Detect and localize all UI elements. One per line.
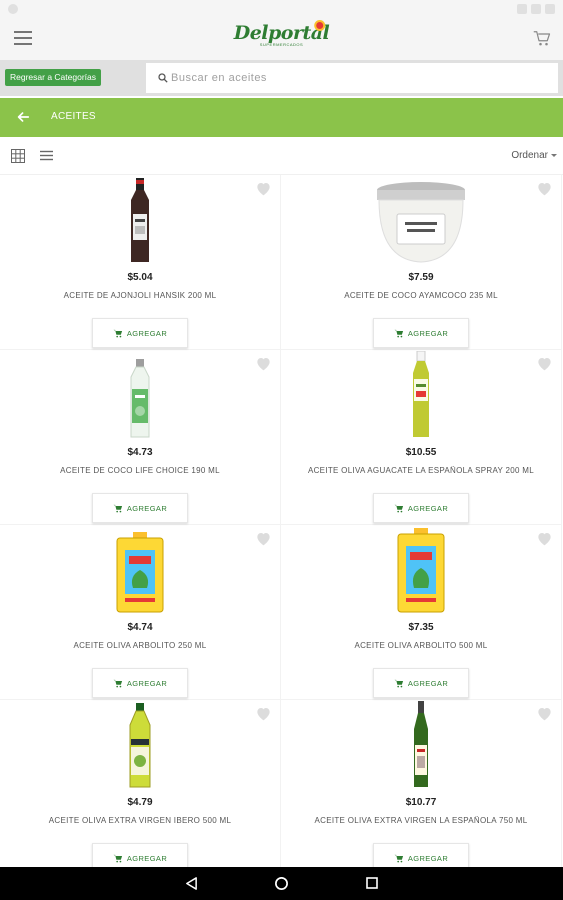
search-input[interactable] [171,72,541,84]
dropdown-arrow-icon [551,153,557,157]
search-row: Regresar a Categorías [0,60,563,96]
product-name[interactable]: ACEITE OLIVA EXTRA VIRGEN LA ESPAÑOLA 75… [285,816,557,825]
heart-icon[interactable] [536,181,553,196]
product-grid: $5.04 ACEITE DE AJONJOLI HANSIK 200 ML A… [0,175,563,867]
cart-icon [113,854,122,862]
product-image[interactable] [375,178,467,264]
product-price: $10.55 [405,447,437,458]
sort-label: Ordenar [511,150,548,161]
grid-view-icon[interactable] [11,149,25,163]
add-to-cart-label: AGREGAR [407,328,449,338]
product-image[interactable] [115,528,165,614]
product-name[interactable]: ACEITE OLIVA ARBOLITO 250 ML [4,641,276,650]
add-to-cart-label: AGREGAR [126,503,168,513]
list-view-icon[interactable] [40,150,53,161]
signal-icon [531,4,541,14]
shopping-cart-icon[interactable] [533,30,551,47]
category-title: ACEITES [51,111,96,122]
search-box[interactable] [146,63,558,93]
product-price: $5.04 [127,272,153,283]
cart-icon [394,854,403,862]
add-to-cart-button[interactable]: AGREGAR [92,843,188,867]
add-to-cart-button[interactable]: AGREGAR [92,493,188,523]
product-image[interactable] [410,701,432,789]
product-card[interactable]: $7.59 ACEITE DE COCO AYAMCOCO 235 ML AGR… [281,175,562,350]
add-to-cart-button[interactable]: AGREGAR [373,668,469,698]
search-icon [158,73,168,83]
brand-logo[interactable]: Delportal SUPERMERCADOS [234,20,330,47]
add-to-cart-button[interactable]: AGREGAR [373,318,469,348]
cart-icon [394,329,403,337]
add-to-cart-label: AGREGAR [407,678,449,688]
battery-icon [545,4,555,14]
product-name[interactable]: ACEITE DE AJONJOLI HANSIK 200 ML [4,291,276,300]
heart-icon[interactable] [255,706,272,721]
product-name[interactable]: ACEITE DE COCO AYAMCOCO 235 ML [285,291,557,300]
category-bar: ACEITES [0,98,563,137]
add-to-cart-button[interactable]: AGREGAR [92,668,188,698]
product-name[interactable]: ACEITE OLIVA EXTRA VIRGEN IBERO 500 ML [4,816,276,825]
product-name[interactable]: ACEITE OLIVA ARBOLITO 500 ML [285,641,557,650]
product-price: $4.79 [127,797,153,808]
add-to-cart-button[interactable]: AGREGAR [373,843,469,867]
product-price: $4.74 [127,622,153,633]
back-to-categories-button[interactable]: Regresar a Categorías [5,69,101,86]
arrow-left-icon[interactable] [16,110,30,124]
product-card[interactable]: $10.55 ACEITE OLIVA AGUACATE LA ESPAÑOLA… [281,350,562,525]
heart-icon[interactable] [536,531,553,546]
add-to-cart-label: AGREGAR [126,853,168,863]
view-toolbar: Ordenar [0,137,563,175]
sort-dropdown[interactable]: Ordenar [511,150,557,161]
nav-recents-icon[interactable] [366,877,378,889]
add-to-cart-button[interactable]: AGREGAR [92,318,188,348]
cart-icon [394,504,403,512]
product-image[interactable] [127,178,153,264]
heart-icon[interactable] [255,356,272,371]
add-to-cart-label: AGREGAR [126,678,168,688]
product-image[interactable] [408,351,434,439]
cart-icon [113,679,122,687]
notification-icon [8,4,18,14]
product-card[interactable]: $4.74 ACEITE OLIVA ARBOLITO 250 ML AGREG… [0,525,281,700]
add-to-cart-label: AGREGAR [407,503,449,513]
add-to-cart-label: AGREGAR [126,328,168,338]
cart-icon [113,504,122,512]
product-name[interactable]: ACEITE DE COCO LIFE CHOICE 190 ML [4,466,276,475]
heart-icon[interactable] [536,356,553,371]
app-root: Delportal SUPERMERCADOS Regresar a Categ… [0,0,563,900]
status-bar [0,0,563,18]
status-icons [517,4,555,14]
hamburger-menu-icon[interactable] [14,31,32,45]
add-to-cart-button[interactable]: AGREGAR [373,493,469,523]
cart-icon [394,679,403,687]
product-price: $4.73 [127,447,153,458]
nav-home-icon[interactable] [274,876,289,891]
product-card[interactable]: $7.35 ACEITE OLIVA ARBOLITO 500 ML AGREG… [281,525,562,700]
system-nav-bar [0,867,563,900]
product-card[interactable]: $4.79 ACEITE OLIVA EXTRA VIRGEN IBERO 50… [0,700,281,867]
nav-back-icon[interactable] [185,877,198,890]
heart-icon[interactable] [255,181,272,196]
heart-icon[interactable] [255,531,272,546]
product-card[interactable]: $10.77 ACEITE OLIVA EXTRA VIRGEN LA ESPA… [281,700,562,867]
logo-emblem-icon [314,20,326,31]
product-price: $7.59 [408,272,434,283]
product-name[interactable]: ACEITE OLIVA AGUACATE LA ESPAÑOLA SPRAY … [285,466,557,475]
app-header: Delportal SUPERMERCADOS [0,18,563,60]
product-price: $10.77 [405,797,437,808]
add-to-cart-label: AGREGAR [407,853,449,863]
product-card[interactable]: $4.73 ACEITE DE COCO LIFE CHOICE 190 ML … [0,350,281,525]
cart-icon [113,329,122,337]
wifi-icon [517,4,527,14]
product-image[interactable] [396,528,446,614]
product-card[interactable]: $5.04 ACEITE DE AJONJOLI HANSIK 200 ML A… [0,175,281,350]
product-image[interactable] [125,703,155,789]
heart-icon[interactable] [536,706,553,721]
product-price: $7.35 [408,622,434,633]
product-image[interactable] [127,353,153,439]
